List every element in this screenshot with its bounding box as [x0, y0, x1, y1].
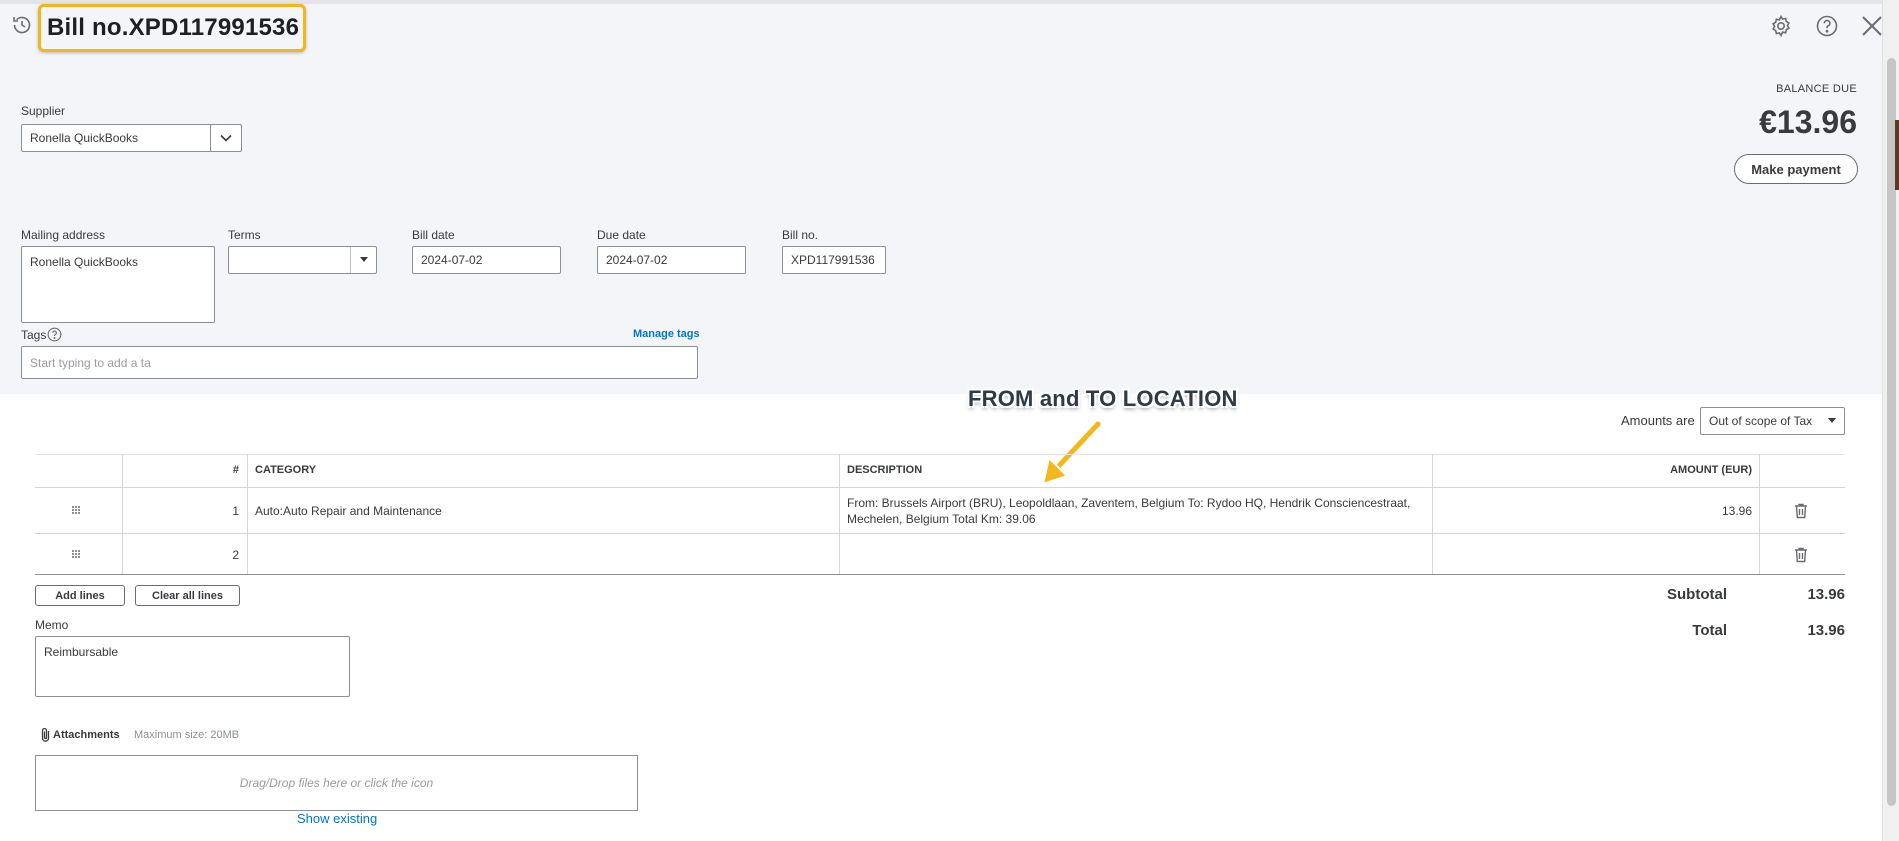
- bill-title-highlight: Bill no.XPD117991536: [38, 4, 306, 52]
- terms-dropdown-button[interactable]: [350, 247, 376, 273]
- row-1-number: 1: [232, 504, 239, 518]
- row-2-category[interactable]: [255, 548, 825, 564]
- memo-value: Reimbursable: [44, 645, 119, 659]
- table-col-divider: [839, 454, 840, 574]
- terms-label: Terms: [228, 228, 261, 242]
- history-icon[interactable]: [9, 12, 35, 38]
- drag-handle-icon[interactable]: [66, 546, 86, 562]
- amounts-are-label: Amounts are: [1621, 413, 1695, 428]
- page-title: Bill no.XPD117991536: [47, 14, 300, 41]
- show-existing-link[interactable]: Show existing: [297, 811, 377, 826]
- bill-header-panel: [0, 0, 1882, 394]
- due-date-field[interactable]: 2024-07-02: [597, 246, 746, 274]
- table-col-divider: [1759, 454, 1760, 574]
- balance-due-amount: €13.96: [1759, 104, 1857, 140]
- memo-label: Memo: [35, 618, 69, 632]
- amounts-are-value: Out of scope of Tax: [1709, 414, 1813, 428]
- amounts-are-select[interactable]: Out of scope of Tax: [1700, 407, 1845, 435]
- total-value: 13.96: [1807, 622, 1845, 639]
- attachments-label: Attachments: [53, 729, 120, 741]
- attachment-dropzone[interactable]: Drag/Drop files here or click the icon: [35, 755, 638, 811]
- mailing-address-field[interactable]: Ronella QuickBooks: [21, 246, 215, 323]
- tags-input[interactable]: Start typing to add a ta: [21, 346, 698, 379]
- subtotal-value: 13.96: [1807, 586, 1845, 603]
- caret-down-icon: [359, 257, 368, 262]
- gear-icon[interactable]: [1767, 12, 1795, 40]
- row-1-description[interactable]: From: Brussels Airport (BRU), Leopoldlaa…: [847, 495, 1425, 527]
- bill-no-value: XPD117991536: [791, 253, 875, 267]
- due-date-label: Due date: [597, 228, 646, 242]
- row-2-amount[interactable]: [1432, 548, 1752, 564]
- subtotal-label: Subtotal: [1667, 586, 1727, 603]
- caret-down-icon: [1828, 418, 1836, 423]
- row-1-amount[interactable]: 13.96: [1432, 504, 1752, 518]
- annotation-label: FROM and TO LOCATION: [968, 386, 1238, 411]
- mailing-address-value: Ronella QuickBooks: [30, 255, 139, 269]
- annotation-arrow-icon: [1041, 420, 1103, 486]
- dropzone-text: Drag/Drop files here or click the icon: [239, 776, 434, 790]
- memo-field[interactable]: Reimbursable: [35, 636, 350, 697]
- due-date-value: 2024-07-02: [606, 253, 668, 267]
- trash-icon[interactable]: [1791, 501, 1811, 521]
- manage-tags-link[interactable]: Manage tags: [633, 328, 700, 340]
- column-header-number: #: [232, 464, 239, 476]
- supplier-dropdown-button[interactable]: [210, 124, 242, 152]
- attachments-max-size: Maximum size: 20MB: [134, 729, 240, 741]
- supplier-label: Supplier: [21, 104, 66, 118]
- column-header-category: CATEGORY: [255, 464, 317, 476]
- terms-select[interactable]: [228, 246, 377, 274]
- supplier-select[interactable]: Ronella QuickBooks: [21, 124, 211, 152]
- table-bottom-line: [35, 574, 1845, 575]
- window-edge: [1895, 120, 1899, 190]
- row-2-number: 2: [232, 548, 239, 562]
- tags-help-icon[interactable]: [46, 326, 62, 342]
- bill-date-label: Bill date: [412, 228, 455, 242]
- make-payment-button[interactable]: Make payment: [1734, 154, 1858, 184]
- column-header-amount: AMOUNT (EUR): [1670, 464, 1752, 476]
- column-header-description: DESCRIPTION: [847, 464, 923, 476]
- total-label: Total: [1692, 622, 1727, 639]
- tags-label: Tags: [21, 328, 47, 342]
- table-header-bottom-line: [35, 487, 1845, 488]
- bill-date-value: 2024-07-02: [421, 253, 483, 267]
- table-header-top-line: [35, 454, 1845, 455]
- balance-due-label: BALANCE DUE: [1776, 83, 1857, 95]
- row-2-description[interactable]: [847, 548, 1425, 564]
- table-col-divider: [247, 454, 248, 574]
- tags-placeholder: Start typing to add a ta: [30, 355, 151, 370]
- supplier-value: Ronella QuickBooks: [30, 131, 139, 145]
- help-icon[interactable]: [1813, 12, 1841, 40]
- paperclip-icon[interactable]: [38, 726, 52, 744]
- row-1-category[interactable]: Auto:Auto Repair and Maintenance: [255, 504, 442, 518]
- clear-all-lines-button[interactable]: Clear all lines: [135, 585, 240, 606]
- bill-date-field[interactable]: 2024-07-02: [412, 246, 561, 274]
- bill-no-label: Bill no.: [782, 228, 819, 242]
- chevron-down-icon: [220, 134, 232, 142]
- bill-no-field[interactable]: XPD117991536: [782, 246, 886, 274]
- trash-icon[interactable]: [1791, 545, 1811, 565]
- drag-handle-icon[interactable]: [66, 502, 86, 518]
- add-lines-button[interactable]: Add lines: [35, 585, 125, 606]
- mailing-address-label: Mailing address: [21, 228, 106, 242]
- table-row-divider: [35, 533, 1845, 534]
